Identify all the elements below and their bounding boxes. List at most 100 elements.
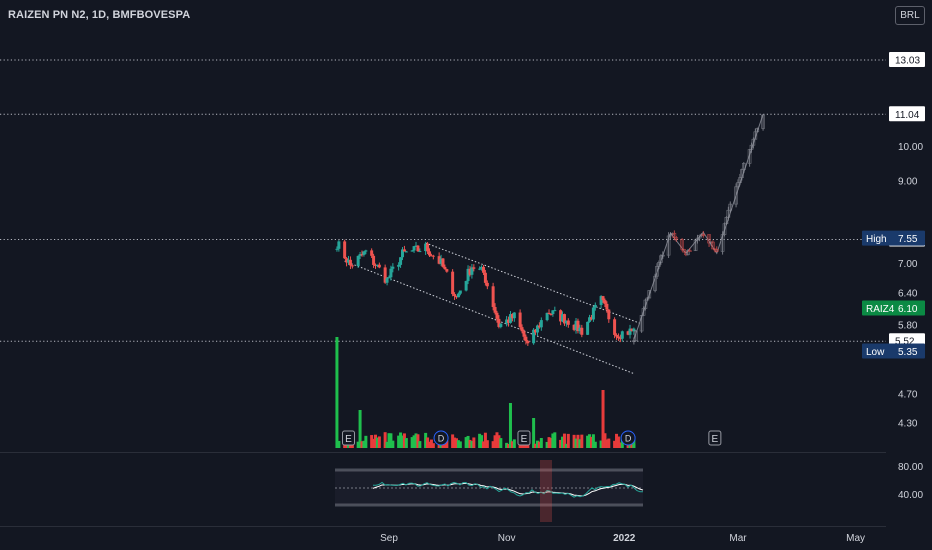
volume-bar bbox=[485, 440, 489, 448]
candle-body bbox=[522, 331, 526, 337]
candle-body bbox=[539, 320, 543, 328]
forecast-path-line bbox=[633, 114, 764, 340]
y-tick-label: 9.00 bbox=[898, 177, 918, 188]
candle-body bbox=[416, 245, 420, 252]
volume-bar bbox=[512, 439, 516, 448]
candle-body bbox=[549, 313, 553, 315]
earnings-marker-label: E bbox=[345, 434, 352, 445]
last-price-label-text: RAIZ4 bbox=[866, 304, 895, 315]
candle-body bbox=[615, 334, 619, 337]
candle-body bbox=[464, 281, 468, 291]
candle-body bbox=[453, 294, 457, 297]
volume-bars bbox=[335, 337, 636, 448]
candle-body bbox=[410, 250, 414, 252]
candle-body bbox=[478, 268, 482, 270]
volume-bar bbox=[593, 441, 597, 448]
oscillator-lower-label: 40.00 bbox=[898, 490, 923, 501]
volume-bar bbox=[418, 441, 422, 448]
price-line-label: 11.04 bbox=[895, 110, 920, 121]
y-tick-label: 4.30 bbox=[898, 419, 918, 430]
volume-bar bbox=[566, 433, 570, 448]
forecast-candles bbox=[632, 114, 765, 345]
candle-body bbox=[389, 268, 393, 278]
chart-canvas[interactable]: 13.0311.047.535.5210.009.007.006.405.804… bbox=[0, 0, 932, 550]
candle-body bbox=[337, 241, 341, 249]
candle-body bbox=[370, 250, 374, 256]
volume-bar bbox=[607, 438, 611, 448]
candle-body bbox=[493, 306, 497, 313]
y-tick-label: 4.70 bbox=[898, 389, 918, 400]
candle-body bbox=[520, 327, 524, 332]
volume-bar bbox=[472, 437, 476, 448]
candle-body bbox=[377, 264, 381, 268]
candle-body bbox=[524, 336, 528, 342]
volume-bar bbox=[532, 418, 536, 448]
candle-body bbox=[427, 251, 431, 256]
oscillator-highlight bbox=[540, 460, 552, 522]
candle-body bbox=[518, 312, 522, 328]
x-tick-label: May bbox=[846, 533, 865, 544]
high-label-value: 7.55 bbox=[898, 234, 918, 245]
candle-body bbox=[418, 251, 422, 253]
volume-bar bbox=[404, 438, 408, 448]
candle-body bbox=[512, 312, 516, 319]
earnings-marker-label: E bbox=[521, 434, 528, 445]
candle-body bbox=[547, 312, 551, 314]
candle-body bbox=[372, 255, 376, 265]
candle-body bbox=[402, 249, 406, 252]
volume-bar bbox=[499, 438, 503, 448]
candle-body bbox=[605, 303, 609, 310]
candle-body bbox=[399, 257, 403, 265]
candle-body bbox=[391, 266, 395, 269]
candle-body bbox=[385, 278, 389, 283]
volume-bar bbox=[391, 440, 395, 448]
candle-body bbox=[445, 269, 449, 272]
candle-body bbox=[472, 267, 476, 269]
x-tick-label: Mar bbox=[729, 533, 747, 544]
volume-bar bbox=[458, 441, 462, 448]
candle-body bbox=[616, 336, 620, 339]
candle-body bbox=[458, 290, 462, 294]
candle-body bbox=[607, 309, 611, 320]
candle-body bbox=[356, 255, 360, 266]
x-tick-label: 2022 bbox=[613, 533, 636, 544]
candle-body bbox=[426, 243, 430, 252]
dividend-marker-label: D bbox=[625, 434, 632, 444]
candle-body bbox=[350, 265, 354, 267]
candle-body bbox=[483, 272, 487, 283]
earnings-marker-label: E bbox=[712, 434, 719, 445]
candle-body bbox=[491, 286, 495, 307]
y-tick-label: 5.80 bbox=[898, 321, 918, 332]
candle-body bbox=[620, 331, 624, 339]
price-candles bbox=[335, 239, 636, 346]
candle-body bbox=[362, 251, 366, 255]
candle-body bbox=[485, 282, 489, 287]
candle-body bbox=[566, 320, 570, 325]
candle-body bbox=[580, 327, 584, 335]
volume-bar bbox=[364, 435, 368, 448]
volume-bar bbox=[539, 438, 543, 448]
candle-body bbox=[586, 321, 590, 335]
candle-body bbox=[495, 312, 499, 319]
candle-body bbox=[456, 293, 460, 298]
chart-area[interactable]: RAIZEN PN N2, 1D, BMFBOVESPA BRL 13.03 11… bbox=[0, 0, 932, 550]
candle-body bbox=[601, 296, 605, 301]
volume-bar bbox=[377, 436, 381, 448]
candle-body bbox=[343, 241, 347, 259]
volume-bar bbox=[337, 440, 341, 448]
candle-body bbox=[591, 307, 595, 320]
candle-body bbox=[443, 266, 447, 270]
candle-body bbox=[526, 341, 530, 344]
oscillator-upper-label: 80.00 bbox=[898, 462, 923, 473]
candle-body bbox=[364, 250, 368, 252]
candle-body bbox=[387, 277, 391, 279]
candle-body bbox=[335, 248, 339, 250]
candle-body bbox=[397, 264, 401, 267]
x-tick-label: Sep bbox=[380, 533, 398, 544]
candle-body bbox=[451, 271, 455, 295]
y-tick-label: 7.00 bbox=[898, 259, 918, 270]
candle-body bbox=[404, 251, 408, 253]
candle-body bbox=[441, 258, 445, 267]
candle-body bbox=[412, 246, 416, 251]
volume-bar bbox=[335, 337, 339, 448]
